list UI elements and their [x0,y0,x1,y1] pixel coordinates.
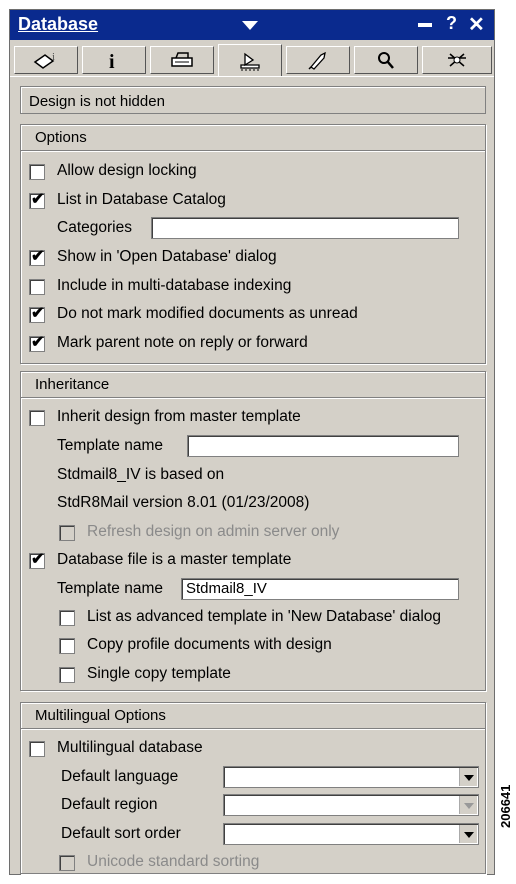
default-language-label: Default language [61,768,179,785]
tab-strip: i i [14,44,492,76]
multilingual-db-label: Multilingual database [57,739,203,756]
mark-parent-note-checkbox[interactable]: ✔ [29,334,45,352]
tab-divider [10,76,494,77]
design-icon [240,52,260,70]
list-advanced-checkbox[interactable] [59,610,75,626]
refresh-admin-label: Refresh design on admin server only [87,523,340,540]
info-icon: i [109,51,115,70]
help-icon[interactable]: ? [446,13,457,34]
multi-db-indexing-checkbox[interactable] [29,279,45,295]
default-region-select[interactable] [223,794,479,816]
inherit-design-checkbox[interactable] [29,410,45,426]
svg-text:i: i [52,51,55,63]
multi-db-indexing-label: Include in multi-database indexing [57,277,292,294]
copy-profile-checkbox[interactable] [59,638,75,654]
database-properties-panel: Database ? ✕ i i Design is not hidden Op… [9,9,495,875]
design-status: Design is not hidden [20,86,486,114]
launch-icon [308,51,326,70]
window-title: Database [18,14,99,34]
default-sort-label: Default sort order [61,825,181,842]
tab-info[interactable]: i [82,46,146,74]
not-mark-unread-checkbox[interactable]: ✔ [29,305,45,323]
tab-search[interactable] [354,46,418,74]
default-language-select[interactable] [223,766,479,788]
tab-print[interactable] [150,46,214,74]
show-open-dialog-label: Show in 'Open Database' dialog [57,248,277,265]
refresh-admin-checkbox[interactable] [59,525,75,541]
tab-design[interactable] [218,44,282,76]
master-template-name-input[interactable]: Stdmail8_IV [181,578,459,600]
advanced-icon [448,53,466,67]
unicode-sorting-checkbox[interactable] [59,855,75,871]
master-template-label: Database file is a master template [57,551,292,568]
allow-design-locking-checkbox[interactable] [29,164,45,180]
chevron-down-icon[interactable] [459,825,477,843]
list-advanced-label: List as advanced template in 'New Databa… [87,608,442,625]
categories-label: Categories [57,219,132,236]
inheritance-group: Inheritance Inherit design from master t… [20,371,486,691]
printer-icon [171,52,193,67]
mark-parent-note-label: Mark parent note on reply or forward [57,334,308,351]
inheritance-heading: Inheritance [21,372,485,398]
options-heading: Options [21,125,485,151]
based-on-version-text: StdR8Mail version 8.01 (01/23/2008) [57,494,310,511]
close-icon[interactable]: ✕ [468,12,485,37]
info-bubble-icon: i [33,51,55,69]
search-icon [378,52,394,69]
title-bar: Database ? ✕ [10,10,494,40]
figure-id: 206641 [498,784,513,828]
tab-launch[interactable] [286,46,350,74]
allow-design-locking-label: Allow design locking [57,162,197,179]
multilingual-db-checkbox[interactable] [29,741,45,757]
inherit-template-name-input[interactable] [187,435,459,457]
single-copy-checkbox[interactable] [59,667,75,683]
inherit-design-label: Inherit design from master template [57,408,301,425]
title-dropdown-icon[interactable] [242,21,258,30]
master-template-name-label: Template name [57,580,163,597]
default-sort-select[interactable] [223,823,479,845]
show-open-dialog-checkbox[interactable]: ✔ [29,248,45,266]
options-group: Options Allow design locking ✔ List in D… [20,124,486,364]
unicode-sorting-label: Unicode standard sorting [87,853,260,870]
template-name-label: Template name [57,437,163,454]
list-in-catalog-checkbox[interactable]: ✔ [29,191,45,209]
tab-advanced[interactable] [422,46,492,74]
svg-text:i: i [109,51,115,70]
master-template-checkbox[interactable]: ✔ [29,551,45,569]
categories-input[interactable] [151,217,459,239]
based-on-text: Stdmail8_IV is based on [57,466,225,483]
chevron-down-icon[interactable] [459,796,477,814]
not-mark-unread-label: Do not mark modified documents as unread [57,305,358,322]
copy-profile-label: Copy profile documents with design [87,636,332,653]
multilingual-heading: Multilingual Options [21,703,485,729]
list-in-catalog-label: List in Database Catalog [57,191,226,208]
default-region-label: Default region [61,796,158,813]
multilingual-group: Multilingual Options Multilingual databa… [20,702,486,874]
minimize-icon[interactable] [418,23,432,27]
single-copy-label: Single copy template [87,665,231,682]
tab-basics[interactable]: i [14,46,78,74]
chevron-down-icon[interactable] [459,768,477,786]
